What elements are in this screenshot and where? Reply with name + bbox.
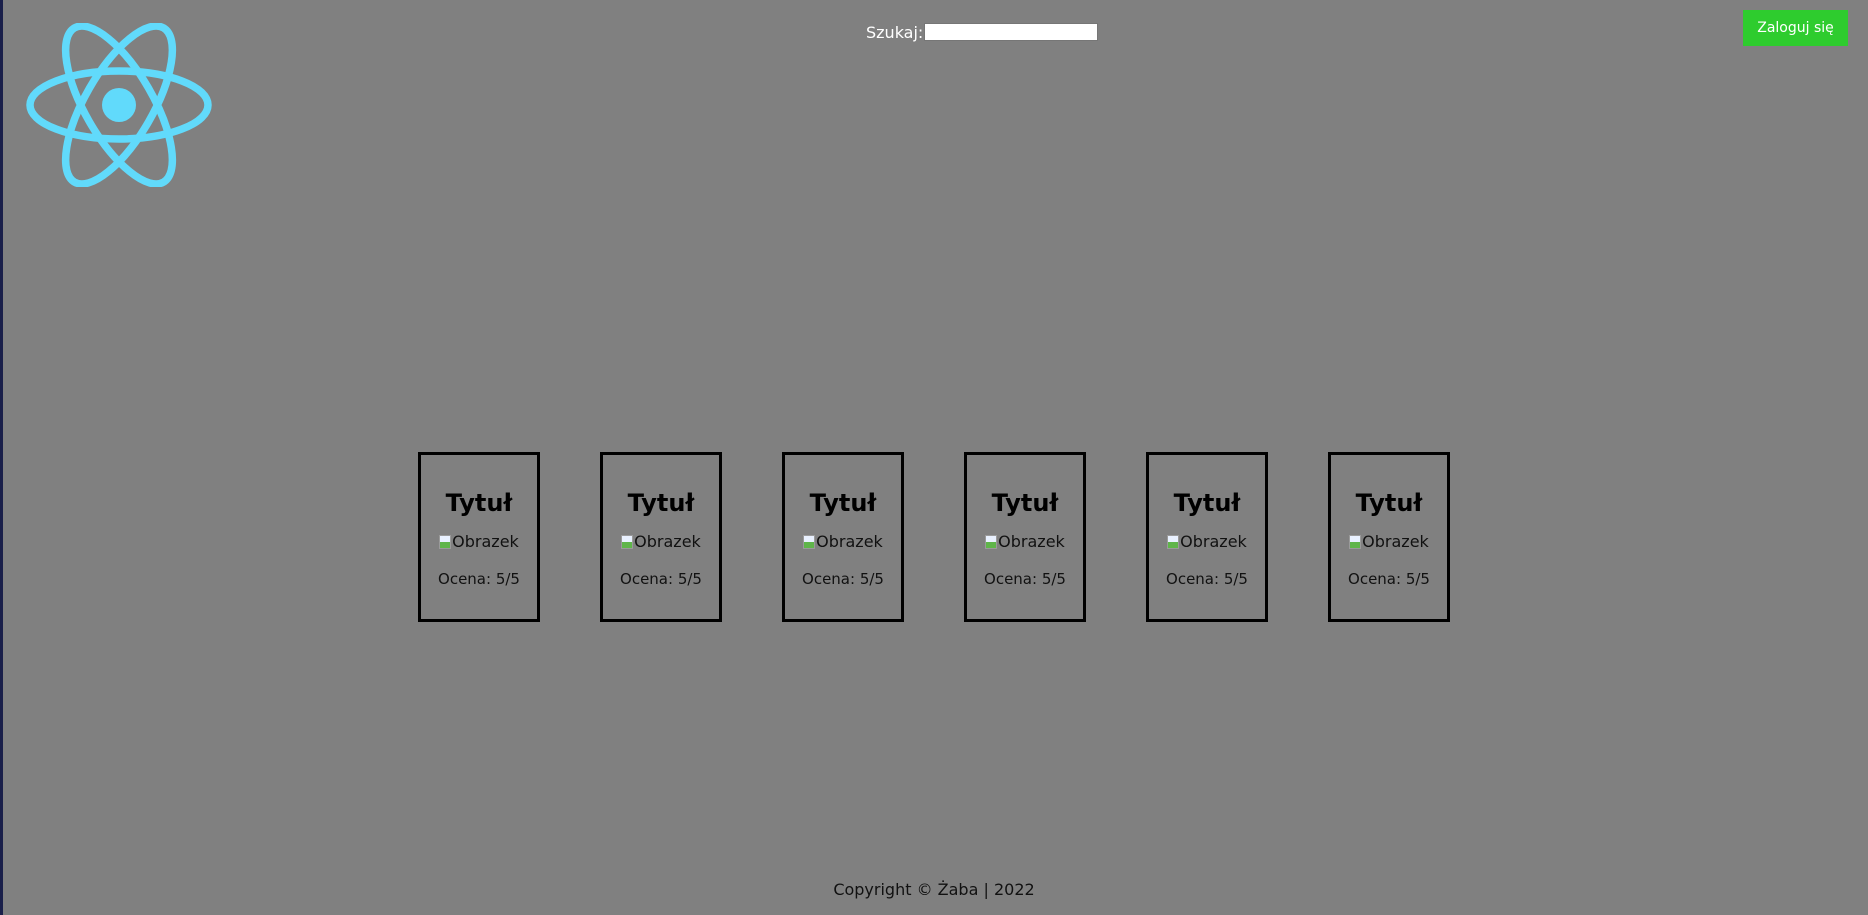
react-logo-icon	[26, 22, 212, 188]
broken-image-icon	[1349, 535, 1362, 549]
search-label: Szukaj:	[866, 22, 924, 42]
card[interactable]: Tytuł Obrazek Ocena: 5/5	[600, 452, 722, 622]
broken-image-icon	[439, 535, 452, 549]
card-title: Tytuł	[1355, 489, 1423, 517]
broken-image-icon	[803, 535, 816, 549]
card-rating: Ocena: 5/5	[1348, 570, 1430, 588]
search-bar: Szukaj:	[866, 22, 1099, 42]
search-input[interactable]	[924, 23, 1099, 41]
broken-image-icon	[1167, 535, 1180, 549]
card-title: Tytuł	[809, 489, 877, 517]
card[interactable]: Tytuł Obrazek Ocena: 5/5	[1328, 452, 1450, 622]
card-image: Obrazek	[439, 533, 519, 551]
card-title: Tytuł	[627, 489, 695, 517]
card-image: Obrazek	[985, 533, 1065, 551]
card-image-alt: Obrazek	[452, 532, 519, 551]
card[interactable]: Tytuł Obrazek Ocena: 5/5	[782, 452, 904, 622]
card-title: Tytuł	[445, 489, 513, 517]
card[interactable]: Tytuł Obrazek Ocena: 5/5	[418, 452, 540, 622]
card-image-alt: Obrazek	[634, 532, 701, 551]
card-image-alt: Obrazek	[998, 532, 1065, 551]
card-image: Obrazek	[803, 533, 883, 551]
card-title: Tytuł	[1173, 489, 1241, 517]
card-image: Obrazek	[1349, 533, 1429, 551]
card-image: Obrazek	[621, 533, 701, 551]
broken-image-icon	[985, 535, 998, 549]
broken-image-icon	[621, 535, 634, 549]
card-rating: Ocena: 5/5	[438, 570, 520, 588]
card[interactable]: Tytuł Obrazek Ocena: 5/5	[1146, 452, 1268, 622]
card[interactable]: Tytuł Obrazek Ocena: 5/5	[964, 452, 1086, 622]
login-button[interactable]: Zaloguj się	[1743, 10, 1848, 46]
card-image-alt: Obrazek	[816, 532, 883, 551]
card-rating: Ocena: 5/5	[1166, 570, 1248, 588]
card-image-alt: Obrazek	[1180, 532, 1247, 551]
card-rating: Ocena: 5/5	[802, 570, 884, 588]
card-rating: Ocena: 5/5	[620, 570, 702, 588]
window-edge	[0, 0, 3, 915]
card-rating: Ocena: 5/5	[984, 570, 1066, 588]
card-image-alt: Obrazek	[1362, 532, 1429, 551]
footer-copyright: Copyright © Żaba | 2022	[833, 880, 1035, 899]
card-image: Obrazek	[1167, 533, 1247, 551]
card-title: Tytuł	[991, 489, 1059, 517]
card-list: Tytuł Obrazek Ocena: 5/5 Tytuł Obrazek O…	[418, 452, 1450, 622]
